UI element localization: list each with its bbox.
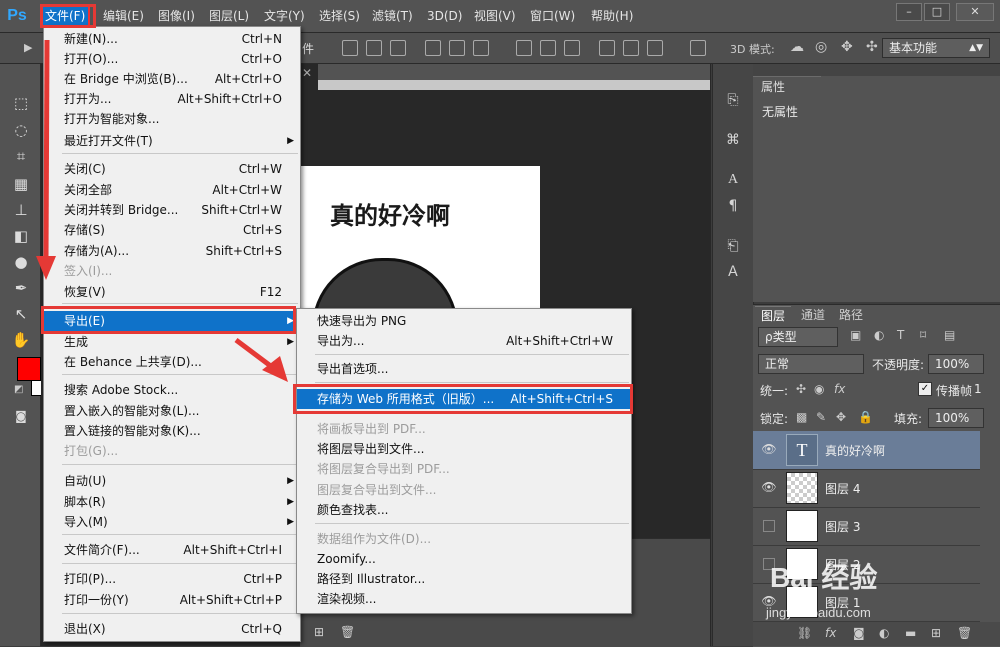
annotation-arrows bbox=[36, 39, 288, 382]
arrow-diagonal-line bbox=[234, 338, 274, 369]
watermark-brand: Bai 经验 bbox=[770, 562, 878, 593]
arrow-down-line bbox=[43, 39, 50, 259]
arrow-down-head bbox=[36, 256, 56, 280]
watermark-url: jingyan.baidu.com bbox=[766, 605, 871, 620]
